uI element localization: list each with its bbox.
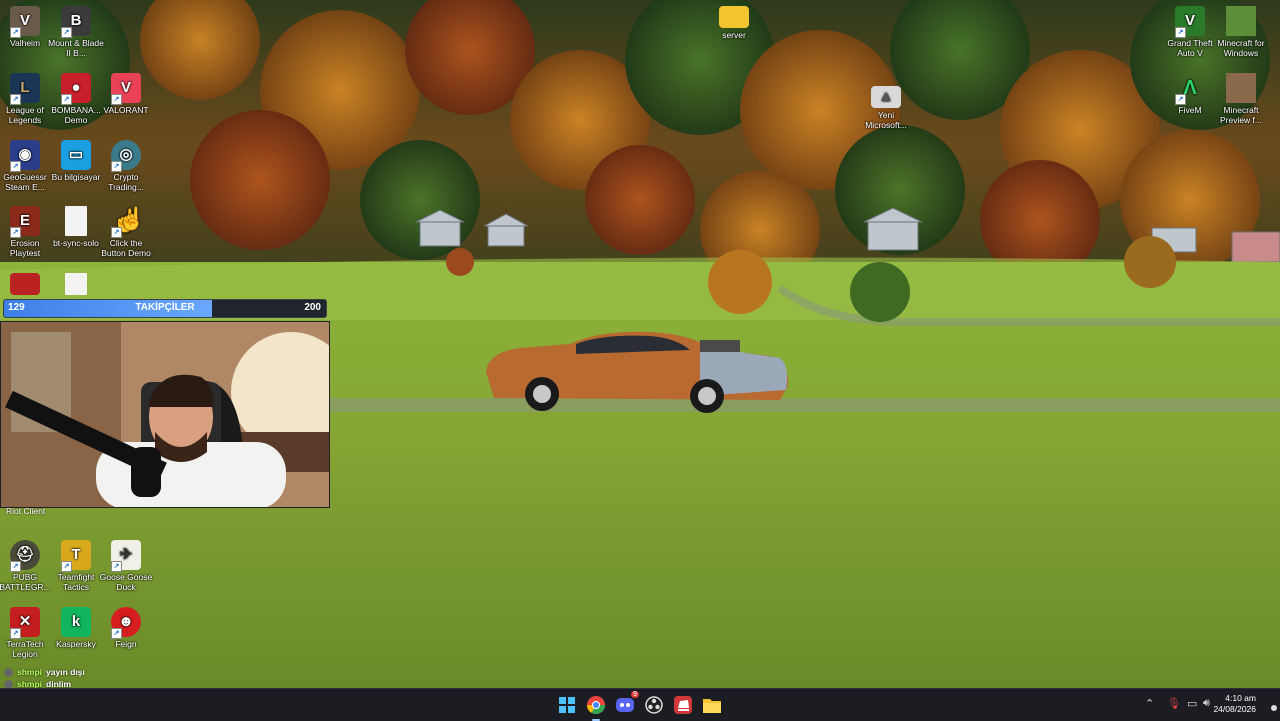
folder-icon	[703, 699, 721, 713]
desktop-icon-bombana[interactable]: ● ↗ BOMBANA... Demo	[48, 67, 104, 125]
obs-icon	[645, 696, 663, 714]
computer-icon: ▭	[61, 140, 91, 170]
follower-goal-title: TAKİPÇİLER	[135, 302, 195, 313]
desktop-icon-doc-partial[interactable]	[48, 267, 104, 297]
desktop-icon-pubg[interactable]: ⛑ ↗ PUBG BATTLEGR...	[0, 534, 53, 592]
desktop-icon-riot-client-label[interactable]: Riot Client	[6, 506, 45, 516]
image-file-icon: ▲	[871, 86, 901, 108]
desktop-icon-valheim[interactable]: V ↗ Valheim	[0, 0, 53, 48]
desktop-icon-geoguessr[interactable]: ◉ ↗ GeoGuessr Steam E...	[0, 134, 53, 192]
start-button[interactable]	[555, 693, 579, 717]
file-icon	[65, 273, 87, 295]
webcam-feed	[0, 321, 330, 508]
desktop-icon-minecraft-win[interactable]: Minecraft for Windows	[1213, 0, 1269, 58]
taskbar-explorer[interactable]	[700, 693, 724, 717]
desktop-icon-crypto-trading[interactable]: ◎ ↗ Crypto Trading...	[98, 134, 154, 192]
desktop-icon-kaspersky[interactable]: k Kaspersky	[48, 601, 104, 649]
desktop-icon-server[interactable]: server	[706, 0, 762, 40]
riot-icon	[674, 696, 692, 714]
valorant-icon: V ↗	[111, 73, 141, 105]
taskbar: 9 ⌃ 🎙︎ ▭ 🔊︎ 4:10 am 24/08/2026	[0, 688, 1280, 721]
terratech-icon: ✕ ↗	[10, 607, 40, 639]
feign-icon: ☻ ↗	[111, 607, 141, 639]
valheim-icon: V ↗	[10, 6, 40, 38]
file-icon	[65, 206, 87, 236]
desktop-icon-mount-blade[interactable]: B ↗ Mount & Blade II B...	[48, 0, 104, 58]
desktop-icon-tft[interactable]: T ↗ Teamfight Tactics	[48, 534, 104, 592]
desktop-icon-feign[interactable]: ☻ ↗ Feign	[98, 601, 154, 649]
pubg-icon: ⛑ ↗	[10, 540, 40, 572]
desktop-icon-terratech[interactable]: ✕ ↗ TerraTech Legion	[0, 601, 53, 659]
desktop-icon-minecraft-preview[interactable]: Minecraft Preview f...	[1213, 67, 1269, 125]
follower-goal-bar: 129 TAKİPÇİLER 200	[3, 299, 327, 318]
discord-badge: 9	[631, 691, 639, 698]
user-badge-icon	[4, 667, 13, 677]
follower-goal-target: 200	[304, 302, 321, 313]
taskbar-discord[interactable]: 9	[613, 691, 639, 717]
geoguessr-icon: ◉ ↗	[10, 140, 40, 172]
goose-icon: ✈ ↗	[111, 540, 141, 572]
desktop-icon-fivem[interactable]: Λ ↗ FiveM	[1162, 67, 1218, 115]
folder-icon	[719, 6, 749, 28]
desktop-icon-league[interactable]: L ↗ League of Legends	[0, 67, 53, 125]
erosion-icon: E ↗	[10, 206, 40, 238]
taskbar-obs[interactable]	[642, 693, 666, 717]
gta-icon: V ↗	[1175, 6, 1205, 38]
notification-icon[interactable]	[1271, 705, 1277, 711]
chevron-up-icon[interactable]: ⌃	[1145, 697, 1154, 710]
desktop-icon-gta[interactable]: V ↗ Grand Theft Auto V	[1162, 0, 1218, 58]
taskbar-clock[interactable]: 4:10 am 24/08/2026	[1213, 693, 1256, 715]
desktop-icon-goose[interactable]: ✈ ↗ Goose Goose Duck	[98, 534, 154, 592]
desktop-icon-bt-sync[interactable]: bt-sync-solo	[48, 200, 104, 248]
discord-icon	[616, 698, 634, 712]
minecraft-preview-icon	[1226, 73, 1256, 103]
crypto-trading-icon: ◎ ↗	[111, 140, 141, 172]
taskbar-chrome[interactable]	[584, 693, 608, 721]
hand-cursor-icon: ☝	[118, 206, 146, 231]
mount-blade-icon: B ↗	[61, 6, 91, 38]
network-icon[interactable]: ▭	[1187, 697, 1197, 710]
riot-client-icon	[10, 273, 40, 295]
desktop-icon-riot-partial[interactable]	[0, 267, 53, 297]
windows-icon	[559, 697, 575, 713]
minecraft-icon	[1226, 6, 1256, 36]
desktop-icon-bu-bilgisayar[interactable]: ▭ Bu bilgisayar	[48, 134, 104, 182]
tft-icon: T ↗	[61, 540, 91, 572]
kaspersky-icon: k	[61, 607, 91, 637]
fivem-icon: Λ ↗	[1175, 73, 1205, 105]
chrome-icon	[587, 696, 605, 714]
desktop-icon-yeni-microsoft[interactable]: ▲ Yeni Microsoft...	[858, 80, 914, 130]
clock-date: 24/08/2026	[1213, 704, 1256, 714]
volume-icon[interactable]: 🔊︎	[1203, 697, 1210, 710]
league-icon: L ↗	[10, 73, 40, 105]
desktop-icon-valorant[interactable]: V ↗ VALORANT	[98, 67, 154, 115]
taskbar-riot[interactable]	[671, 693, 695, 717]
chat-message: shmpi yayın dışı	[4, 666, 85, 678]
bombana-icon: ● ↗	[61, 73, 91, 105]
microphone-icon[interactable]: 🎙︎	[1167, 697, 1181, 710]
desktop-icon-erosion[interactable]: E ↗ Erosion Playtest	[0, 200, 53, 258]
clock-time: 4:10 am	[1225, 693, 1256, 703]
